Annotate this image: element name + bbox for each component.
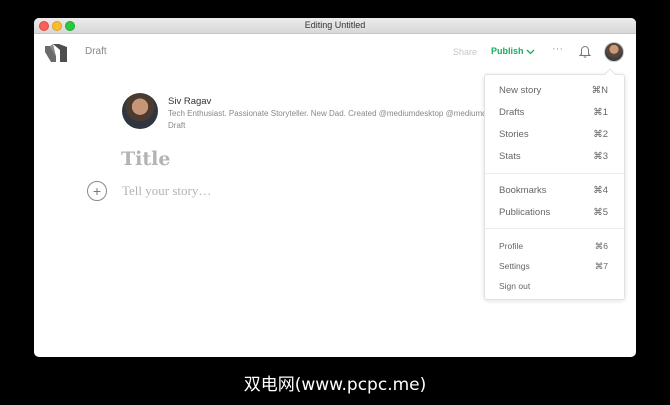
menu-item-label: Stats <box>499 151 521 162</box>
author-name[interactable]: Siv Ragav <box>168 96 211 107</box>
menu-item-new-story[interactable]: New story ⌘N <box>499 85 608 96</box>
menu-item-shortcut: ⌘2 <box>593 129 608 140</box>
menu-item-profile[interactable]: Profile ⌘6 <box>499 241 608 252</box>
menu-item-stats[interactable]: Stats ⌘3 <box>499 151 608 162</box>
author-draft-status: Draft <box>168 121 186 130</box>
app-header: Draft Share Publish ··· <box>34 34 636 74</box>
author-avatar <box>122 93 158 129</box>
user-avatar-button[interactable] <box>604 42 624 62</box>
draft-status: Draft <box>85 46 107 57</box>
menu-item-settings[interactable]: Settings ⌘7 <box>499 261 608 272</box>
account-dropdown-menu: New story ⌘N Drafts ⌘1 Stories ⌘2 Stats … <box>484 68 625 300</box>
menu-item-label: Bookmarks <box>499 185 547 196</box>
app-window: Editing Untitled Draft Share Publish ···… <box>34 18 636 357</box>
menu-item-sign-out[interactable]: Sign out <box>499 281 608 291</box>
menu-item-label: Profile <box>499 241 524 251</box>
menu-item-shortcut: ⌘4 <box>593 185 608 196</box>
menu-item-label: Publications <box>499 207 551 218</box>
menu-item-label: Sign out <box>499 281 531 291</box>
menu-item-shortcut: ⌘6 <box>594 241 608 251</box>
menu-divider <box>485 173 624 174</box>
plus-icon[interactable]: + <box>87 181 107 201</box>
publish-button[interactable]: Publish <box>491 46 524 56</box>
menu-divider <box>485 228 624 229</box>
medium-logo-icon[interactable] <box>45 44 67 62</box>
menu-item-shortcut: ⌘1 <box>593 107 608 118</box>
menu-item-shortcut: ⌘3 <box>593 151 608 162</box>
title-bar: Editing Untitled <box>34 18 636 34</box>
share-button[interactable]: Share <box>453 47 477 57</box>
menu-item-stories[interactable]: Stories ⌘2 <box>499 129 608 140</box>
chevron-down-icon[interactable] <box>526 47 535 56</box>
story-body-input[interactable]: Tell your story… <box>122 183 211 199</box>
menu-item-shortcut: ⌘5 <box>593 207 608 218</box>
window-title: Editing Untitled <box>304 20 366 30</box>
menu-item-label: Drafts <box>499 107 525 118</box>
menu-item-bookmarks[interactable]: Bookmarks ⌘4 <box>499 185 608 196</box>
menu-item-label: Stories <box>499 129 529 140</box>
menu-item-shortcut: ⌘7 <box>594 261 608 271</box>
menu-item-label: New story <box>499 85 542 96</box>
watermark-caption: 双电网(www.pcpc.me) <box>243 375 427 395</box>
author-bio: Tech Enthusiast. Passionate Storyteller.… <box>168 109 488 118</box>
menu-item-shortcut: ⌘N <box>591 85 608 96</box>
menu-item-publications[interactable]: Publications ⌘5 <box>499 207 608 218</box>
story-title-input[interactable]: Title <box>121 148 170 170</box>
more-icon[interactable]: ··· <box>552 43 563 55</box>
bell-icon[interactable] <box>579 45 591 59</box>
menu-item-drafts[interactable]: Drafts ⌘1 <box>499 107 608 118</box>
menu-item-label: Settings <box>499 261 530 271</box>
